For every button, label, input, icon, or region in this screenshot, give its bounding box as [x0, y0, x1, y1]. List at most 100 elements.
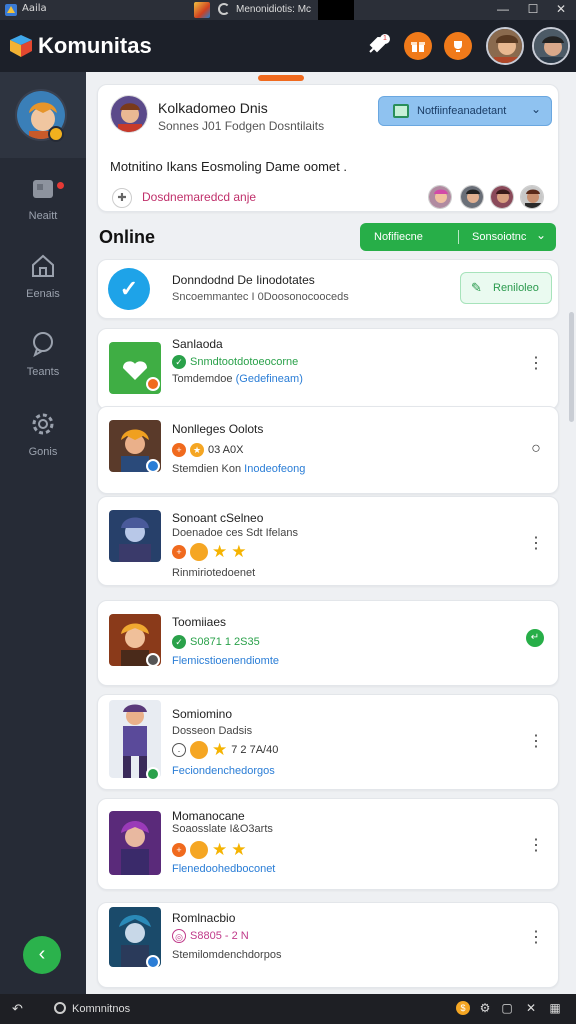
grid-tray-icon[interactable]: ▦ — [548, 1001, 562, 1015]
list-item[interactable]: Nonlleges Oolots + ★ 03 A0X Stemdien Kon… — [97, 406, 559, 494]
back-icon[interactable]: ↶ — [12, 1001, 23, 1017]
sidebar-item-label: Gonis — [28, 446, 58, 458]
list-item[interactable]: Toomiiaes ✓ S0871 1 2S35 Flemicstioenend… — [97, 600, 559, 686]
minimize-button[interactable]: — — [488, 0, 518, 20]
feature-action-button[interactable]: ✎ Reniloleo — [460, 272, 552, 304]
os-app-label: Aaila — [22, 3, 47, 14]
game-thumbnail — [109, 811, 161, 875]
refresh-icon[interactable] — [218, 3, 230, 15]
inbox-icon — [33, 180, 53, 198]
redacted-block — [318, 0, 354, 20]
game-meta: ◎ S8805 - 2 N — [172, 929, 249, 943]
profile-status-badge — [48, 126, 64, 142]
game-title: Momanocane — [172, 809, 245, 823]
list-item[interactable]: Romlnacbio ◎ S8805 - 2 N Stemilomdenchdo… — [97, 902, 559, 988]
home-icon — [32, 254, 54, 277]
coin-icon: + — [172, 545, 186, 559]
window-title: Menonidiotis: Mc — [236, 4, 312, 15]
tools-tray-icon[interactable]: ✕ — [524, 1001, 538, 1015]
list-item[interactable]: Sanlaoda ✓ Snmdtootdotoeocorne Tomdemdoe… — [97, 328, 559, 410]
game-meta: ✓ Snmdtootdotoeocorne — [172, 355, 298, 369]
game-meta-text: 03 A0X — [208, 444, 244, 456]
game-description: Stemdien Kon Inodeofeong — [172, 463, 306, 475]
notification-dropdown-label: Notfiinfeanadetant — [417, 105, 507, 117]
more-options-icon[interactable]: ⋮ — [528, 533, 544, 553]
online-status-icon[interactable]: ↵ — [526, 629, 544, 647]
star-icon: ★ — [190, 443, 204, 457]
user-avatar[interactable] — [486, 27, 524, 65]
radio-button[interactable]: ○ — [528, 440, 544, 458]
search-icon[interactable] — [54, 1002, 66, 1014]
list-item[interactable]: Momanocane Soaosslate I&O3arts + ★ ★ Fle… — [97, 798, 559, 890]
sidebar: Neaitt Eenais Teants Gonis ‹ — [0, 72, 86, 994]
list-item[interactable]: Somiomino Dosseon Dadsis · ★ 7 2 7A/40 F… — [97, 694, 559, 790]
more-options-icon[interactable]: ⋮ — [528, 731, 544, 751]
sidebar-item-settings[interactable]: Gonis — [0, 410, 86, 482]
post-author-avatar[interactable] — [110, 95, 148, 133]
post-text: Motnitino Ikans Eosmoling Dame oomet . — [110, 159, 347, 174]
participant-avatar[interactable] — [490, 185, 514, 209]
maximize-button[interactable]: ☐ — [518, 0, 548, 20]
list-item[interactable]: Sonoant cSelneo Doenadoe ces Sdt Ifelans… — [97, 496, 559, 586]
notification-badge: 1 — [380, 34, 390, 44]
trophy-icon[interactable] — [444, 32, 472, 60]
notification-icon — [393, 104, 409, 118]
game-title: Romlnacbio — [172, 911, 236, 925]
coin-icon: + — [172, 843, 186, 857]
notification-dropdown[interactable]: Notfiinfeanadetant ⌄ — [378, 96, 552, 126]
game-thumbnail — [109, 510, 161, 562]
app-logo-icon — [10, 35, 32, 57]
taskbar-app-label[interactable]: Komnnitnos — [72, 1003, 130, 1015]
sidebar-item-chat[interactable]: Teants — [0, 330, 86, 402]
game-meta-text: 7 2 7A/40 — [231, 744, 279, 756]
game-title: Toomiiaes — [172, 615, 227, 629]
game-meta: + ★ 03 A0X — [172, 443, 243, 457]
sidebar-profile-area — [0, 72, 86, 158]
star-icon: ★ — [212, 840, 228, 859]
post-author-name[interactable]: Kolkadomeo Dnis — [158, 100, 268, 116]
online-filter-right[interactable]: Sonsoiotnc — [472, 231, 526, 243]
game-description: Stemilomdenchdorpos — [172, 949, 282, 961]
game-description: Rinmiriotedoenet — [172, 567, 256, 579]
chat-tray-icon[interactable]: ▢ — [500, 1001, 514, 1015]
participant-avatar[interactable] — [460, 185, 484, 209]
sidebar-item-label: Teants — [26, 366, 60, 378]
more-options-icon[interactable]: ⋮ — [528, 835, 544, 855]
game-subtitle: Doenadoe ces Sdt Ifelans — [172, 527, 298, 539]
badge-icon — [190, 543, 208, 561]
sidebar-item-home[interactable]: Eenais — [0, 252, 86, 324]
coin-tray-icon[interactable]: $ — [456, 1001, 470, 1015]
more-options-icon[interactable]: ⋮ — [528, 353, 544, 373]
online-filter-left[interactable]: Nofifiecne — [374, 231, 423, 243]
participant-avatar[interactable] — [520, 185, 544, 209]
feature-title: Donndodnd De Iinodotates — [172, 273, 315, 287]
app-header: Komunitas 1 — [0, 20, 576, 72]
sidebar-item-inbox[interactable]: Neaitt — [0, 174, 86, 246]
attachment-icon[interactable]: ✚ — [112, 188, 132, 208]
chevron-down-icon: ⌄ — [530, 102, 541, 116]
game-rating: + ★ ★ — [172, 543, 247, 561]
game-description: Tomdemdoe (Gedefineam) — [172, 373, 303, 385]
friend-avatar[interactable] — [532, 27, 570, 65]
feature-subtitle: Sncoemmantec I 0Doosonocooceds — [172, 291, 349, 303]
close-button[interactable]: ✕ — [546, 0, 576, 20]
more-options-icon[interactable]: ⋮ — [528, 927, 544, 947]
online-filter-button[interactable]: Nofifiecne Sonsoiotnc ⌄ — [360, 223, 556, 251]
os-title-bar: Aaila Menonidiotis: Mc — ☐ ✕ — [0, 0, 576, 20]
game-rating: · ★ 7 2 7A/40 — [172, 741, 278, 759]
game-title: Sonoant cSelneo — [172, 511, 264, 525]
gift-icon[interactable] — [404, 32, 432, 60]
back-fab-button[interactable]: ‹ — [23, 936, 61, 974]
settings-tray-icon[interactable]: ⚙ — [478, 1001, 492, 1015]
game-rating: + ★ ★ — [172, 841, 247, 859]
badge-icon — [190, 741, 208, 759]
participant-avatar[interactable] — [428, 185, 452, 209]
game-title: Sanlaoda — [172, 337, 223, 351]
badge-icon — [190, 841, 208, 859]
post-link[interactable]: Dosdnemaredcd anje — [142, 190, 256, 204]
app-icon — [5, 4, 17, 16]
coin-icon: + — [172, 443, 186, 457]
game-description: Flemicstioenendiomte — [172, 655, 279, 667]
divider — [458, 230, 459, 244]
scrollbar[interactable] — [569, 312, 574, 422]
